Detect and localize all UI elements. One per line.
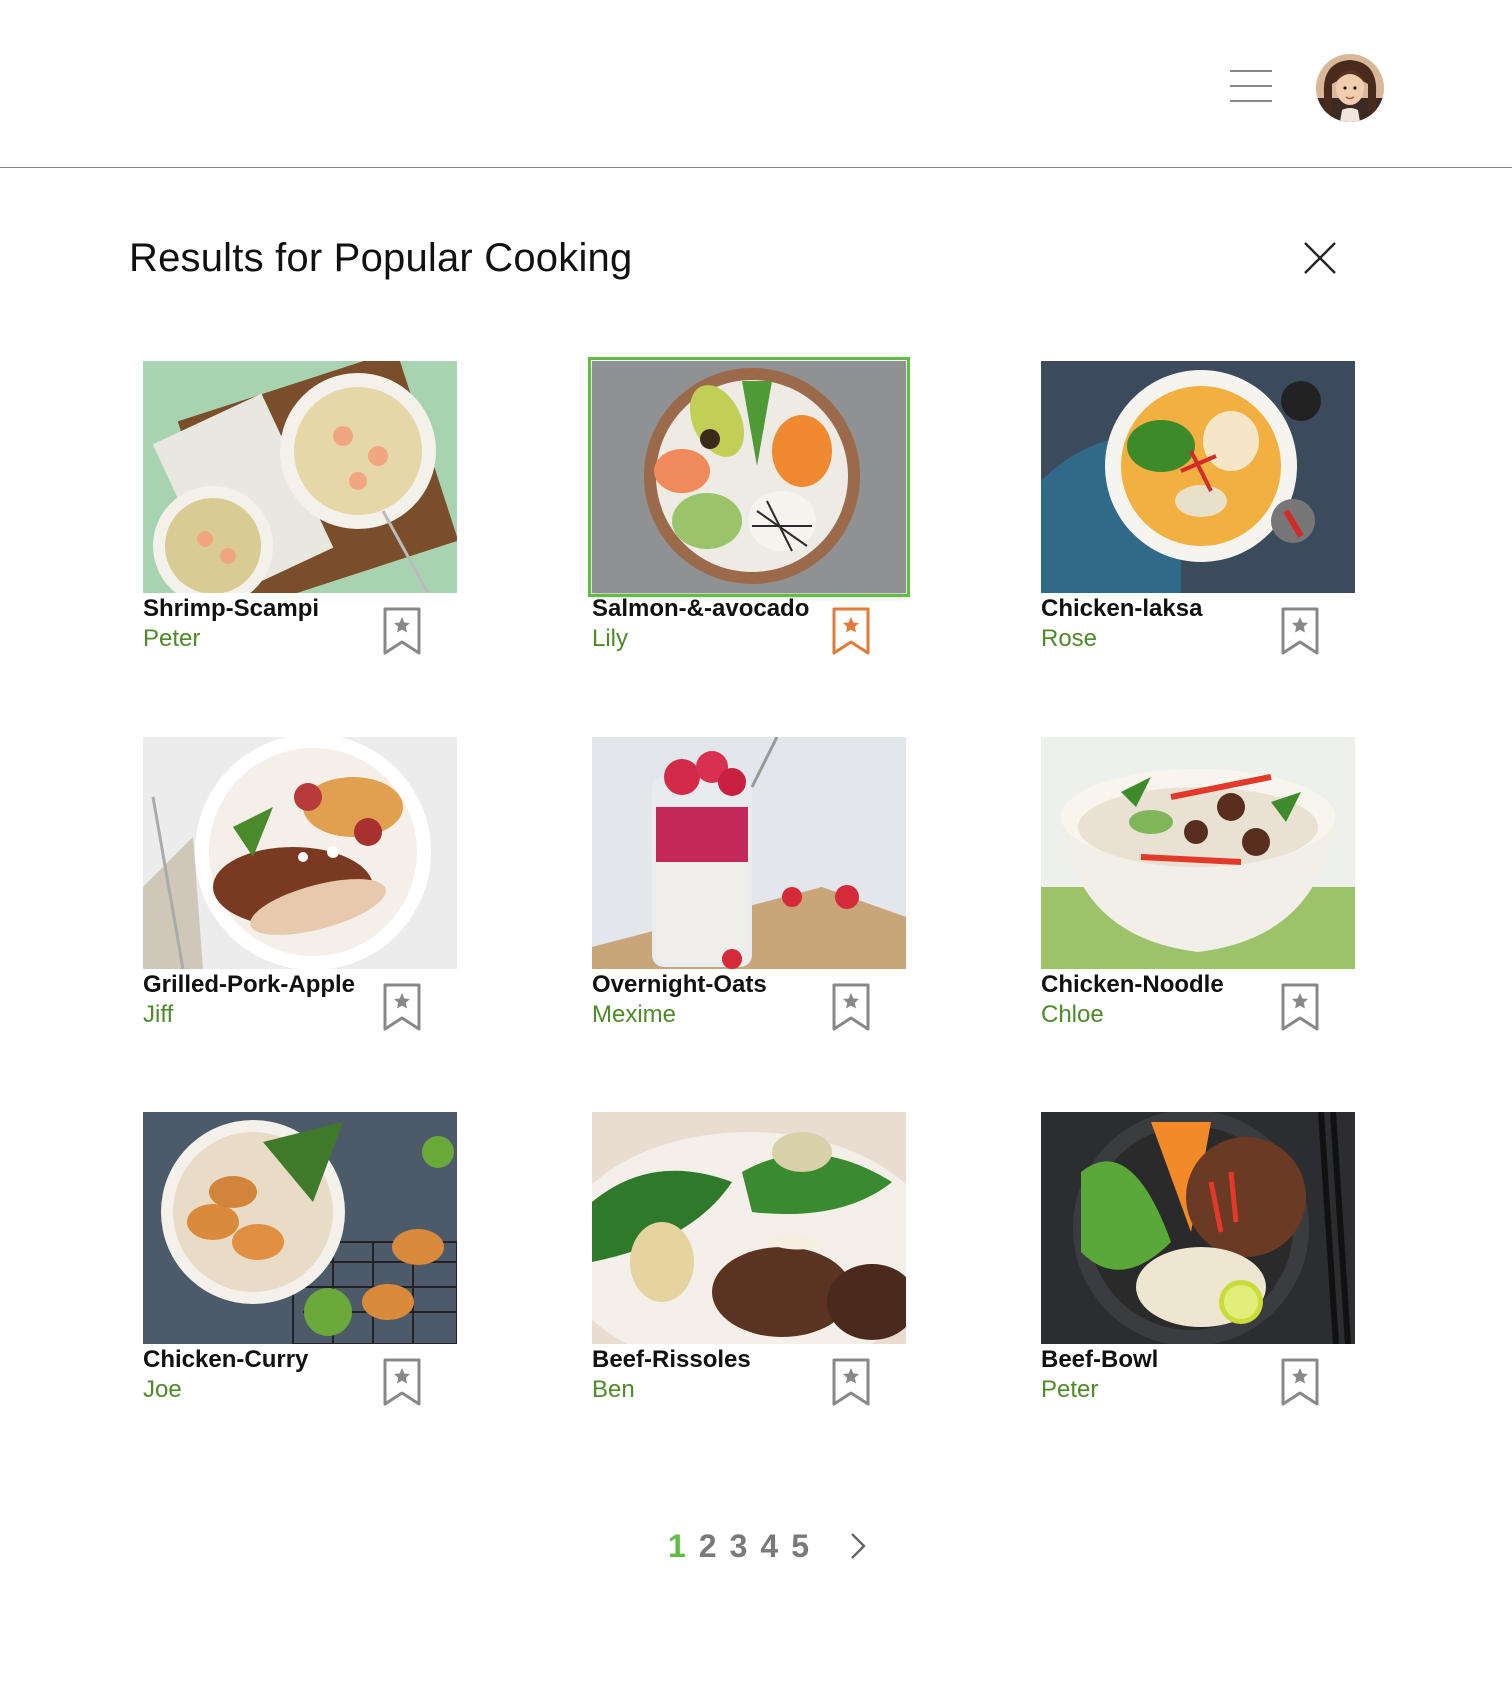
page-number[interactable]: 3 bbox=[730, 1528, 748, 1565]
recipe-image-chicken-noodle[interactable] bbox=[1041, 737, 1355, 969]
recipe-author[interactable]: Chloe bbox=[1041, 1001, 1104, 1029]
recipe-title[interactable]: Shrimp-Scampi bbox=[143, 595, 319, 623]
recipe-author[interactable]: Lily bbox=[592, 625, 628, 653]
recipe-image-salmon-avocado[interactable] bbox=[588, 357, 910, 597]
recipe-card: Salmon-&-avocado Lily bbox=[588, 357, 912, 661]
recipe-image-chicken-curry[interactable] bbox=[143, 1112, 457, 1344]
bookmark-icon-active[interactable] bbox=[831, 606, 871, 656]
bookmark-icon[interactable] bbox=[1280, 982, 1320, 1032]
recipe-title[interactable]: Chicken-Curry bbox=[143, 1346, 308, 1374]
page-number[interactable]: 5 bbox=[791, 1528, 809, 1565]
menu-line bbox=[1230, 100, 1272, 102]
recipe-author[interactable]: Peter bbox=[143, 625, 200, 653]
recipe-image-beef-bowl[interactable] bbox=[1041, 1112, 1355, 1344]
recipe-title[interactable]: Overnight-Oats bbox=[592, 971, 767, 999]
bookmark-icon[interactable] bbox=[831, 1357, 871, 1407]
recipe-author[interactable]: Jiff bbox=[143, 1001, 173, 1029]
recipe-author[interactable]: Rose bbox=[1041, 625, 1097, 653]
page-number[interactable]: 4 bbox=[760, 1528, 778, 1565]
page-title: Results for Popular Cooking bbox=[129, 236, 633, 280]
recipe-card: Overnight-Oats Mexime bbox=[592, 737, 912, 1037]
page-number-current[interactable]: 1 bbox=[668, 1528, 686, 1565]
recipe-image-shrimp-scampi[interactable] bbox=[143, 361, 457, 593]
recipe-card: Beef-Rissoles Ben bbox=[592, 1112, 912, 1412]
hamburger-menu-icon[interactable] bbox=[1230, 68, 1272, 104]
recipe-image-chicken-laksa[interactable] bbox=[1041, 361, 1355, 593]
recipe-author[interactable]: Ben bbox=[592, 1376, 635, 1404]
chevron-right-icon[interactable] bbox=[847, 1530, 869, 1562]
recipe-image-grilled-pork-apple[interactable] bbox=[143, 737, 457, 969]
recipe-author[interactable]: Mexime bbox=[592, 1001, 676, 1029]
recipe-title[interactable]: Beef-Bowl bbox=[1041, 1346, 1158, 1374]
user-avatar[interactable] bbox=[1316, 54, 1384, 122]
bookmark-icon[interactable] bbox=[382, 982, 422, 1032]
top-bar bbox=[0, 0, 1512, 168]
menu-line bbox=[1230, 70, 1272, 72]
recipe-title[interactable]: Salmon-&-avocado bbox=[592, 595, 809, 623]
recipe-title[interactable]: Chicken-laksa bbox=[1041, 595, 1202, 623]
close-icon[interactable] bbox=[1302, 240, 1338, 276]
bookmark-icon[interactable] bbox=[382, 606, 422, 656]
recipe-card: Grilled-Pork-Apple Jiff bbox=[143, 737, 463, 1037]
page-number[interactable]: 2 bbox=[699, 1528, 717, 1565]
pagination: 1 2 3 4 5 bbox=[668, 1526, 869, 1566]
recipe-author[interactable]: Peter bbox=[1041, 1376, 1098, 1404]
recipe-card: Chicken-laksa Rose bbox=[1041, 361, 1361, 661]
recipe-image-overnight-oats[interactable] bbox=[592, 737, 906, 969]
recipe-author[interactable]: Joe bbox=[143, 1376, 182, 1404]
bookmark-icon[interactable] bbox=[831, 982, 871, 1032]
avatar-image bbox=[1316, 54, 1384, 122]
recipe-card: Chicken-Curry Joe bbox=[143, 1112, 463, 1412]
bookmark-icon[interactable] bbox=[1280, 606, 1320, 656]
recipe-title[interactable]: Beef-Rissoles bbox=[592, 1346, 751, 1374]
recipe-image-beef-rissoles[interactable] bbox=[592, 1112, 906, 1344]
bookmark-icon[interactable] bbox=[1280, 1357, 1320, 1407]
recipe-title[interactable]: Grilled-Pork-Apple bbox=[143, 971, 355, 999]
recipe-title[interactable]: Chicken-Noodle bbox=[1041, 971, 1224, 999]
recipe-card: Beef-Bowl Peter bbox=[1041, 1112, 1361, 1412]
recipe-card: Shrimp-Scampi Peter bbox=[143, 361, 463, 661]
recipe-card: Chicken-Noodle Chloe bbox=[1041, 737, 1361, 1037]
bookmark-icon[interactable] bbox=[382, 1357, 422, 1407]
menu-line bbox=[1230, 85, 1272, 87]
